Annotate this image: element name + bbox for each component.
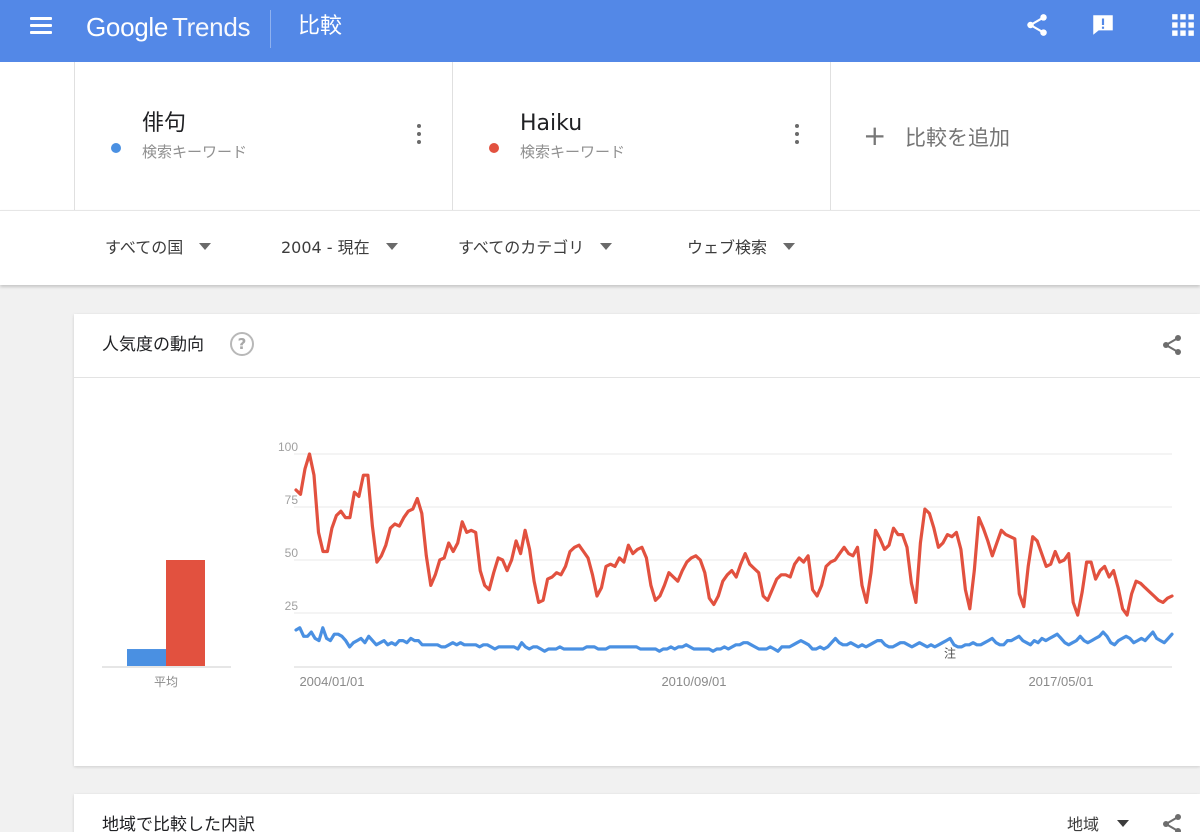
filter-bar: すべての国 2004 - 現在 すべてのカテゴリ ウェブ検索 <box>0 210 1200 285</box>
card-title: 地域で比較した内訳 <box>102 815 255 832</box>
feedback-icon[interactable] <box>1090 12 1116 38</box>
page-title: 比較 <box>298 14 343 39</box>
chart-annotation: 注 <box>944 646 956 661</box>
chevron-down-icon <box>1117 820 1130 827</box>
average-label: 平均 <box>154 675 178 689</box>
card-header: 人気度の動向 ? <box>74 314 1200 378</box>
google-trends-logo[interactable]: Google Trends <box>86 12 251 42</box>
card-title: 人気度の動向 <box>102 335 204 355</box>
term-color-dot <box>111 143 121 153</box>
interest-over-time-card: 人気度の動向 ? 25 50 75 100 2004/01/01 2010/09/01 20… <box>74 314 1200 766</box>
header-divider <box>270 10 271 48</box>
add-comparison-button[interactable]: + 比較を追加 <box>830 62 1200 210</box>
x-tick-label: 2004/01/01 <box>299 674 364 689</box>
term-name: Haiku <box>520 111 583 136</box>
category-filter[interactable]: すべてのカテゴリ <box>458 237 613 259</box>
search-property-filter[interactable]: ウェブ検索 <box>687 237 796 259</box>
average-bar <box>127 649 166 666</box>
chevron-down-icon <box>783 243 796 250</box>
y-tick-label: 50 <box>285 546 299 560</box>
menu-icon[interactable] <box>30 17 52 35</box>
chevron-down-icon <box>600 243 613 250</box>
chevron-down-icon <box>199 243 212 250</box>
region-level-select[interactable]: 地域 <box>1067 814 1130 832</box>
average-bar <box>166 560 205 666</box>
series-line <box>294 452 1174 617</box>
interest-chart[interactable]: 25 50 75 100 2004/01/01 2010/09/01 2017/05/01 注… <box>74 378 1200 766</box>
share-icon[interactable] <box>1160 333 1184 357</box>
y-tick-label: 75 <box>285 493 299 507</box>
term-name: 俳句 <box>142 111 187 136</box>
add-icon: + <box>863 119 887 152</box>
x-tick-label: 2017/05/01 <box>1028 674 1093 689</box>
y-tick-label: 100 <box>278 440 298 454</box>
series-line <box>294 626 1174 653</box>
term-card-haiku-jp[interactable]: 俳句 検索キーワード <box>74 62 452 210</box>
app-header: Google Trends 比較 <box>0 0 1200 62</box>
chevron-down-icon <box>385 243 398 250</box>
apps-grid-icon[interactable] <box>1170 12 1196 38</box>
term-type: 検索キーワード <box>142 143 248 161</box>
time-filter[interactable]: 2004 - 現在 <box>281 237 398 259</box>
x-tick-label: 2010/09/01 <box>661 674 726 689</box>
add-comparison-label: 比較を追加 <box>905 126 1010 150</box>
term-card-haiku-en[interactable]: Haiku 検索キーワード <box>452 62 830 210</box>
region-filter[interactable]: すべての国 <box>105 237 212 259</box>
term-type: 検索キーワード <box>520 143 626 161</box>
share-icon[interactable] <box>1024 12 1050 38</box>
term-color-dot <box>489 143 499 153</box>
compare-terms-bar: 俳句 検索キーワード Haiku 検索キーワード + 比較を追加 <box>0 62 1200 210</box>
help-icon[interactable]: ? <box>230 332 254 356</box>
regional-breakdown-card: 地域で比較した内訳 地域 <box>74 794 1200 832</box>
y-tick-label: 25 <box>285 599 299 613</box>
share-icon[interactable] <box>1160 812 1184 832</box>
more-vert-icon[interactable] <box>411 124 427 148</box>
more-vert-icon[interactable] <box>789 124 805 148</box>
